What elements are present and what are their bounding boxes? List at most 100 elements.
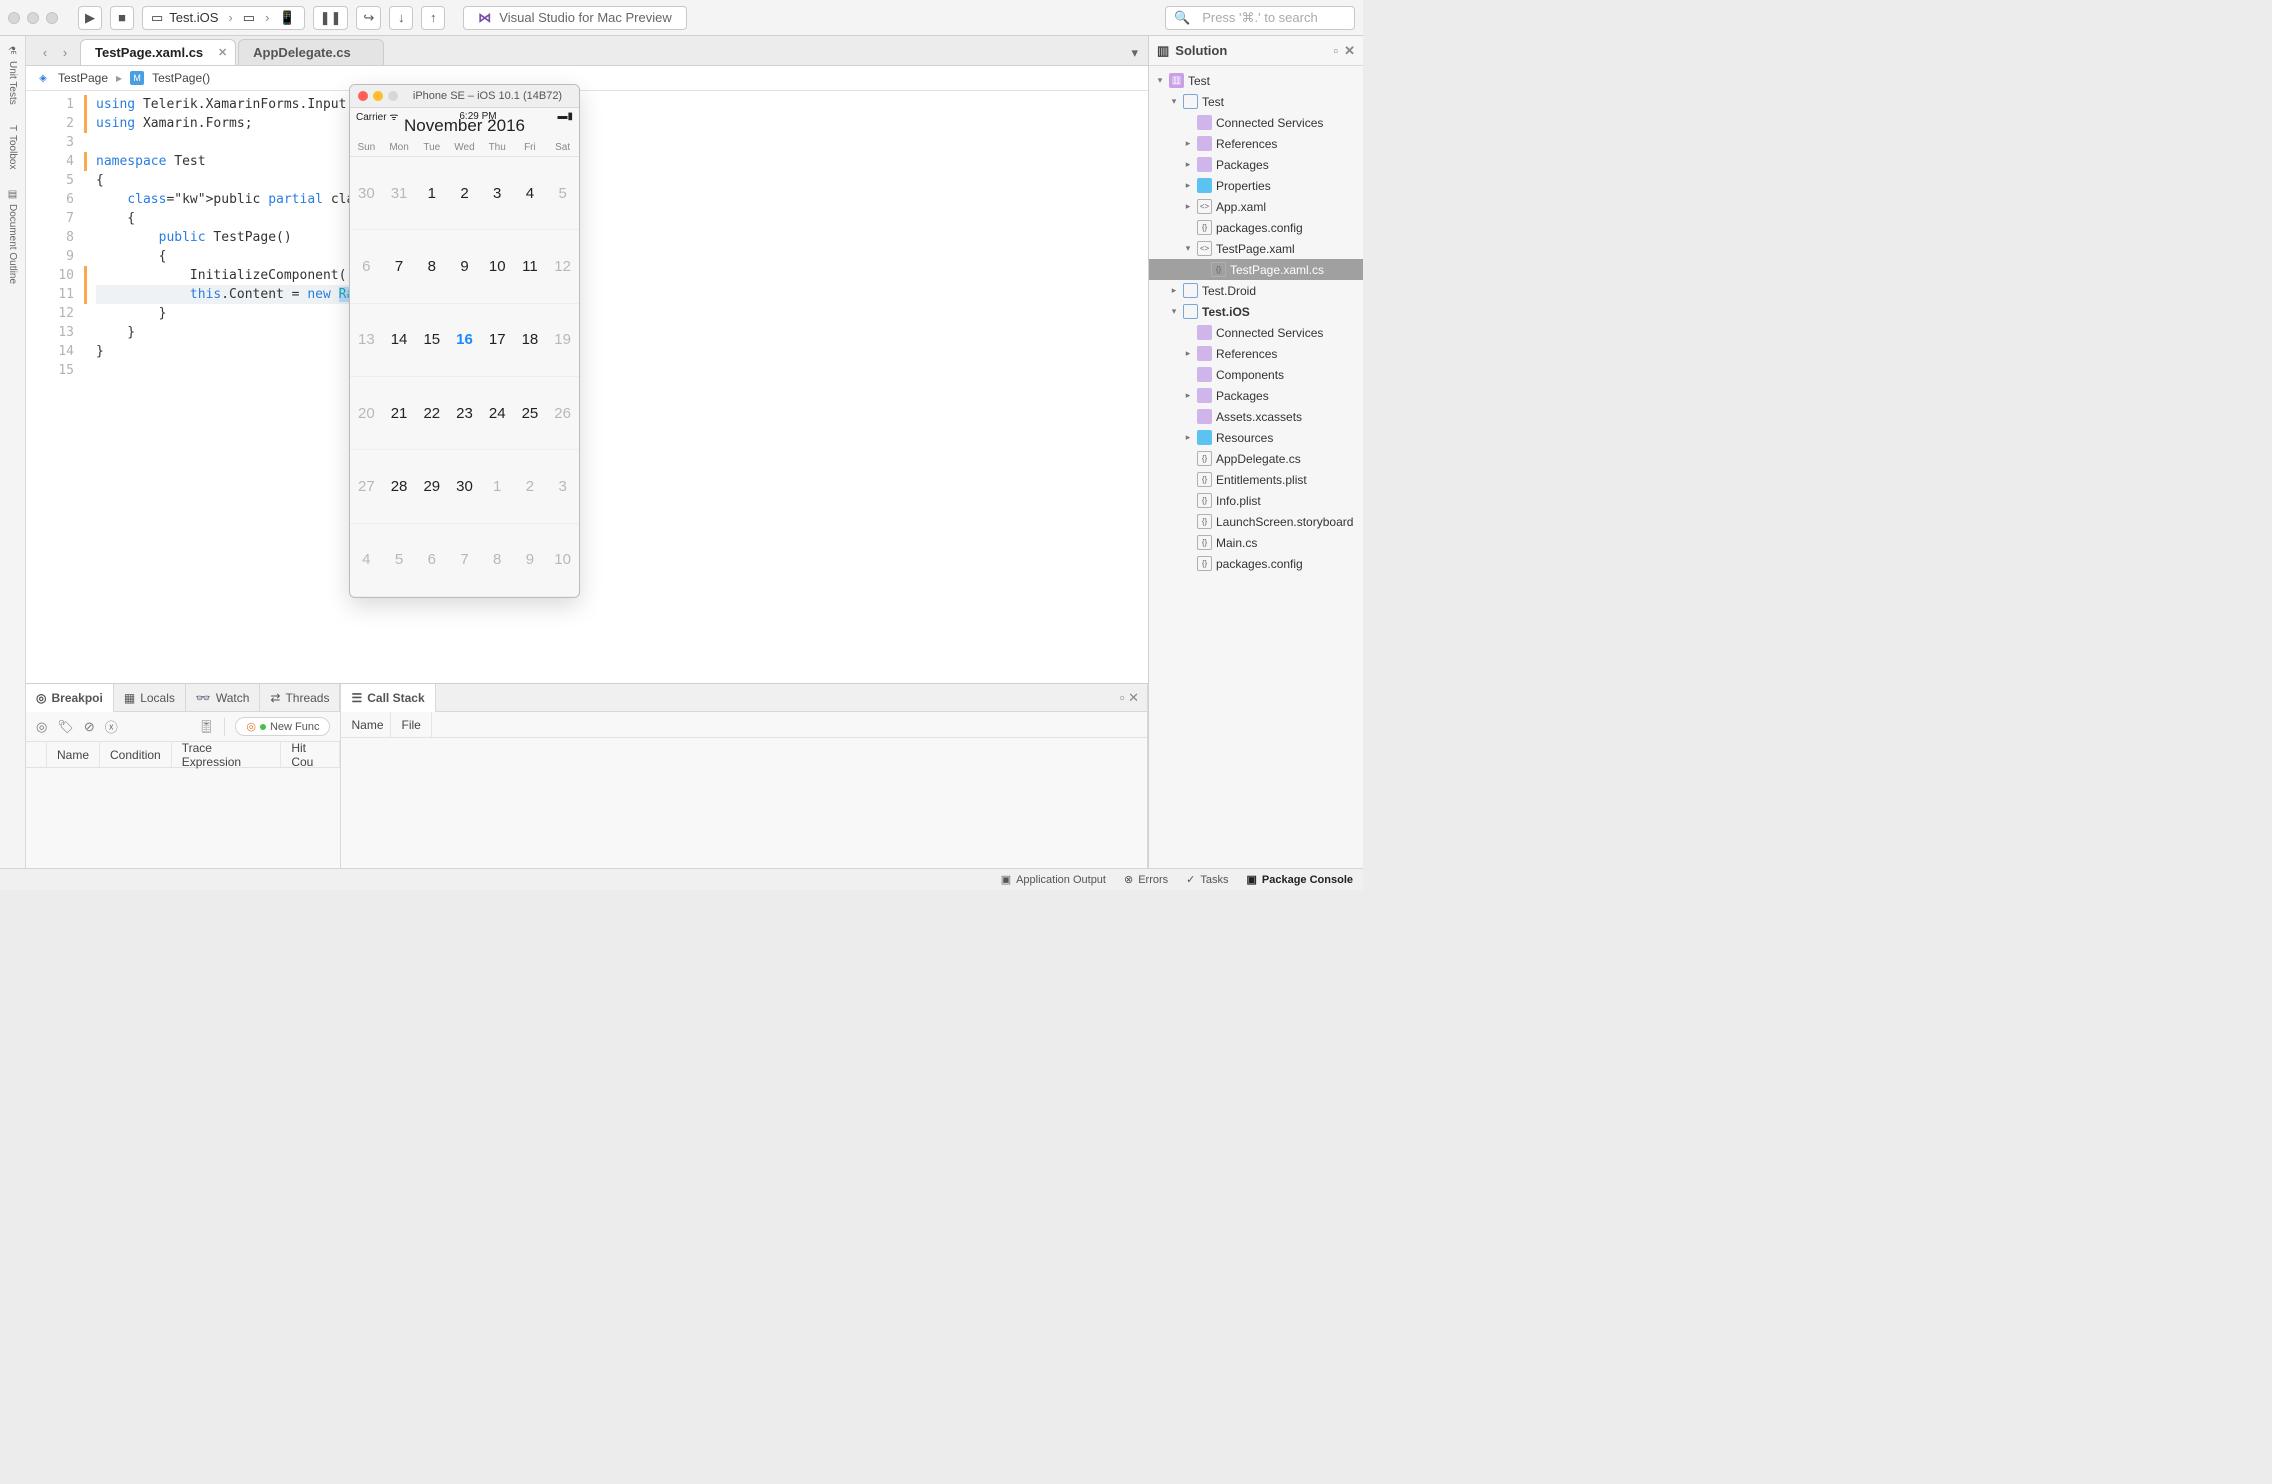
callstack-tab[interactable]: ☰Call Stack	[341, 684, 435, 712]
nav-forward-button[interactable]: ›	[56, 43, 74, 61]
calendar-day[interactable]: 10	[546, 524, 579, 597]
calendar-day[interactable]: 9	[514, 524, 547, 597]
calendar-day[interactable]: 8	[415, 230, 448, 303]
calendar-day[interactable]: 30	[448, 450, 481, 523]
window-close-icon[interactable]	[8, 12, 20, 24]
calendar-day[interactable]: 26	[546, 377, 579, 450]
calendar-day[interactable]: 22	[415, 377, 448, 450]
status-errors[interactable]: ⊗Errors	[1124, 873, 1168, 886]
calendar-day[interactable]: 9	[448, 230, 481, 303]
calendar-day[interactable]: 5	[546, 157, 579, 230]
tree-item[interactable]: {}Entitlements.plist	[1149, 469, 1363, 490]
bp-icon[interactable]: ◎	[36, 719, 47, 735]
tree-item[interactable]: ▾Test	[1149, 91, 1363, 112]
tree-item[interactable]: {}AppDelegate.cs	[1149, 448, 1363, 469]
calendar-day[interactable]: 4	[514, 157, 547, 230]
panel-dock-icon[interactable]: ▫ ✕	[1112, 690, 1147, 706]
calendar-day[interactable]: 8	[481, 524, 514, 597]
calendar-day[interactable]: 16	[448, 304, 481, 377]
breadcrumb-member[interactable]: TestPage()	[152, 71, 210, 85]
unit-tests-rail[interactable]: ⚗Unit Tests	[7, 46, 18, 105]
calendar-day[interactable]: 6	[415, 524, 448, 597]
run-button[interactable]: ▶	[78, 6, 102, 30]
tree-item[interactable]: ▸Resources	[1149, 427, 1363, 448]
calendar-day[interactable]: 3	[481, 157, 514, 230]
solution-tree[interactable]: ▾▥Test▾TestConnected Services▸References…	[1149, 66, 1363, 868]
tree-item[interactable]: ▸References	[1149, 133, 1363, 154]
calendar-day[interactable]: 18	[514, 304, 547, 377]
calendar-day[interactable]: 31	[383, 157, 416, 230]
col-condition[interactable]: Condition	[100, 742, 172, 767]
calendar-day[interactable]: 17	[481, 304, 514, 377]
window-close-icon[interactable]	[358, 91, 368, 101]
col-hit[interactable]: Hit Cou	[281, 742, 340, 767]
col-trace[interactable]: Trace Expression	[172, 742, 282, 767]
tree-item[interactable]: {}LaunchScreen.storyboard	[1149, 511, 1363, 532]
tree-item[interactable]: ▾▥Test	[1149, 70, 1363, 91]
step-over-button[interactable]: ↪	[356, 6, 381, 30]
calendar-day[interactable]: 19	[546, 304, 579, 377]
settings-icon[interactable]: 🎚	[198, 719, 215, 735]
status-tasks[interactable]: ✓Tasks	[1186, 873, 1228, 886]
close-icon[interactable]: ✕	[218, 46, 227, 59]
simulator-titlebar[interactable]: iPhone SE – iOS 10.1 (14B72)	[350, 85, 579, 108]
calendar-day[interactable]: 21	[383, 377, 416, 450]
tag-icon[interactable]: 🏷	[57, 719, 74, 735]
tree-item[interactable]: ▸Test.Droid	[1149, 280, 1363, 301]
calendar-day[interactable]: 13	[350, 304, 383, 377]
tree-item[interactable]: Connected Services	[1149, 112, 1363, 133]
tree-item[interactable]: ▸Packages	[1149, 385, 1363, 406]
calendar-day[interactable]: 27	[350, 450, 383, 523]
calendar-day[interactable]: 10	[481, 230, 514, 303]
calendar-day[interactable]: 2	[448, 157, 481, 230]
ios-simulator-window[interactable]: iPhone SE – iOS 10.1 (14B72) Carrier ᯤ 6…	[349, 84, 580, 598]
tree-item[interactable]: Components	[1149, 364, 1363, 385]
calendar-day[interactable]: 14	[383, 304, 416, 377]
global-search[interactable]: 🔍 Press '⌘.' to search	[1165, 6, 1355, 30]
run-target-selector[interactable]: ▭ Test.iOS › ▭ › 📱	[142, 6, 305, 30]
tree-item[interactable]: {}packages.config	[1149, 217, 1363, 238]
calendar-day[interactable]: 6	[350, 230, 383, 303]
pause-button[interactable]: ❚❚	[313, 6, 349, 30]
calendar-day[interactable]: 11	[514, 230, 547, 303]
calendar-day[interactable]: 30	[350, 157, 383, 230]
calendar-day[interactable]: 25	[514, 377, 547, 450]
tree-item[interactable]: ▸References	[1149, 343, 1363, 364]
watch-tab[interactable]: 👓Watch	[186, 684, 261, 712]
tree-item[interactable]: Connected Services	[1149, 322, 1363, 343]
calendar-day[interactable]: 2	[514, 450, 547, 523]
col-file[interactable]: File	[391, 712, 431, 737]
tree-item[interactable]: {}TestPage.xaml.cs	[1149, 259, 1363, 280]
breadcrumb-class[interactable]: TestPage	[58, 71, 108, 85]
locals-tab[interactable]: ▦Locals	[114, 684, 186, 712]
nav-back-button[interactable]: ‹	[36, 43, 54, 61]
window-minimize-icon[interactable]	[373, 91, 383, 101]
calendar-day[interactable]: 15	[415, 304, 448, 377]
tree-item[interactable]: ▸Properties	[1149, 175, 1363, 196]
col-name[interactable]: Name	[47, 742, 100, 767]
tree-item[interactable]: ▸Packages	[1149, 154, 1363, 175]
calendar-day[interactable]: 7	[448, 524, 481, 597]
calendar-day[interactable]: 5	[383, 524, 416, 597]
calendar-day[interactable]: 1	[415, 157, 448, 230]
toolbox-rail[interactable]: TToolbox	[7, 125, 18, 170]
stop-button[interactable]: ■	[110, 6, 134, 30]
tree-item[interactable]: {}packages.config	[1149, 553, 1363, 574]
tab-appdelegate-cs[interactable]: AppDelegate.cs	[238, 39, 384, 65]
calendar-grid[interactable]: 3031123456789101112131415161718192021222…	[350, 157, 579, 597]
tab-overflow-button[interactable]: ▾	[1131, 45, 1148, 65]
dock-icon[interactable]: ▫	[1333, 43, 1338, 59]
new-function-button[interactable]: ◎New Func	[235, 717, 330, 736]
window-zoom-icon[interactable]	[388, 91, 398, 101]
calendar-day[interactable]: 7	[383, 230, 416, 303]
calendar-day[interactable]: 20	[350, 377, 383, 450]
window-minimize-icon[interactable]	[27, 12, 39, 24]
calendar-day[interactable]: 4	[350, 524, 383, 597]
step-out-button[interactable]: ↑	[421, 6, 445, 30]
tree-item[interactable]: ▸<>App.xaml	[1149, 196, 1363, 217]
tree-item[interactable]: ▾<>TestPage.xaml	[1149, 238, 1363, 259]
step-into-button[interactable]: ↓	[389, 6, 413, 30]
calendar-day[interactable]: 24	[481, 377, 514, 450]
window-zoom-icon[interactable]	[46, 12, 58, 24]
col-name[interactable]: Name	[341, 712, 391, 737]
